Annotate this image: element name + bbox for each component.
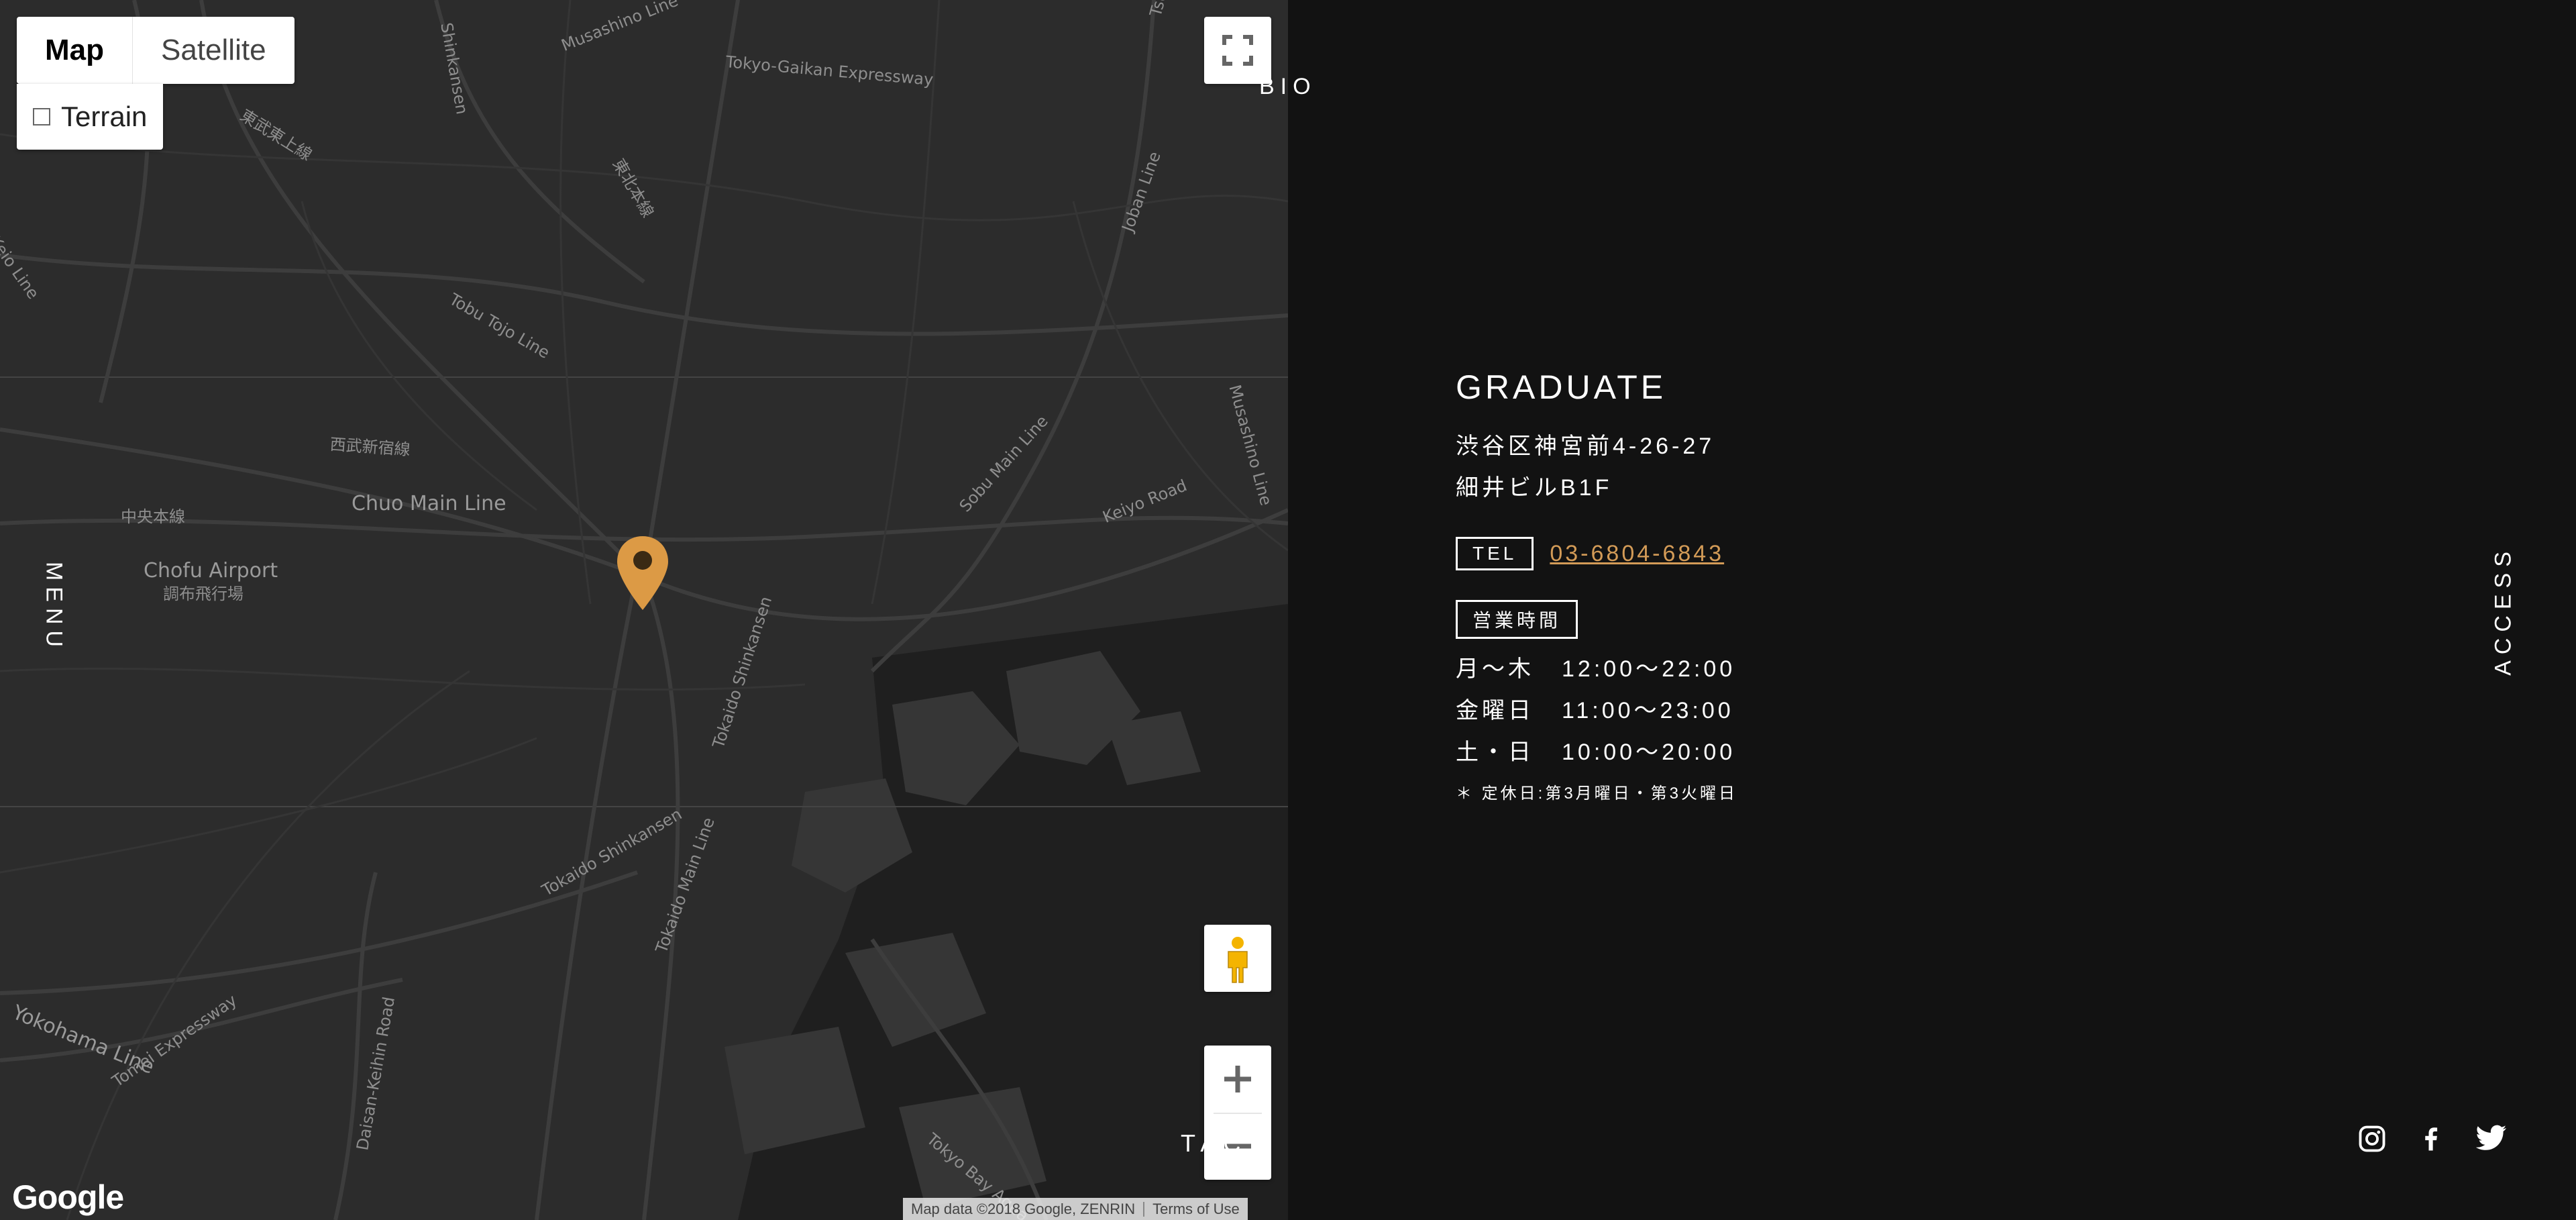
facebook-icon[interactable] xyxy=(2417,1125,2445,1153)
hours-time: 11:00～23:00 xyxy=(1562,698,1734,723)
pegman-icon xyxy=(1228,937,1248,983)
shop-name: GRADUATE xyxy=(1456,368,1667,406)
checkbox-icon xyxy=(33,108,50,125)
tel-row: TEL 03-6804-6843 xyxy=(1456,537,1737,570)
tel-number-link[interactable]: 03-6804-6843 xyxy=(1550,541,1724,567)
instagram-icon[interactable] xyxy=(2358,1125,2386,1153)
address-line: 渋谷区神宮前4-26-27 xyxy=(1456,434,1715,459)
hours-row: 金曜日 11:00～23:00 xyxy=(1456,690,1737,731)
tel-label: TEL xyxy=(1456,537,1534,570)
nav-bio-link[interactable]: BIO xyxy=(1259,74,1317,100)
zoom-in-icon[interactable] xyxy=(1204,1046,1271,1113)
hours-day: 金曜日 xyxy=(1456,698,1534,723)
map-attribution: Map data ©2018 Google, ZENRIN Terms of U… xyxy=(903,1198,1248,1220)
social-links xyxy=(2358,1125,2507,1153)
hours-row: 月～木 12:00～22:00 xyxy=(1456,648,1737,690)
hours-label: 営業時間 xyxy=(1456,600,1578,639)
shop-info: GRADUATE 渋谷区神宮前4-26-27 細井ビルB1F TEL 03-68… xyxy=(1456,368,1737,803)
twitter-icon[interactable] xyxy=(2476,1125,2507,1153)
hours-row: 土・日 10:00～20:00 xyxy=(1456,731,1737,773)
address-line: 細井ビルB1F xyxy=(1456,475,1613,501)
hours-day: 月～木 xyxy=(1456,656,1534,682)
hours-time: 12:00～22:00 xyxy=(1562,656,1736,682)
hours-day: 土・日 xyxy=(1456,740,1534,765)
zoom-control xyxy=(1204,1046,1271,1180)
nav-contact-link[interactable]: TACT xyxy=(1181,1129,1269,1158)
terms-of-use-link[interactable]: Terms of Use xyxy=(1144,1201,1248,1218)
map-label: 中央本線 xyxy=(121,507,185,526)
map-type-map-button[interactable]: Map xyxy=(17,17,132,84)
address: 渋谷区神宮前4-26-27 細井ビルB1F xyxy=(1456,425,1737,509)
map-type-control: Map Satellite xyxy=(17,17,294,84)
map-marker-icon[interactable] xyxy=(616,535,669,611)
map-type-satellite-button[interactable]: Satellite xyxy=(132,17,294,84)
terrain-label: Terrain xyxy=(61,101,148,132)
street-view-button[interactable] xyxy=(1204,925,1271,992)
nav-access-link[interactable]: ACCESS xyxy=(2491,546,2517,676)
menu-button[interactable]: MENU xyxy=(41,562,67,653)
map-data-text: Map data ©2018 Google, ZENRIN xyxy=(911,1200,1136,1217)
holiday-note: ＊ 定休日:第3月曜日・第3火曜日 xyxy=(1456,784,1738,803)
map-label: Chofu Airport xyxy=(144,559,278,582)
hours-list: 月～木 12:00～22:00 金曜日 11:00～23:00 土・日 10:0… xyxy=(1456,648,1737,773)
google-logo: Google xyxy=(12,1178,124,1216)
map-label: 調布飛行場 xyxy=(163,584,244,603)
hours-time: 10:00～20:00 xyxy=(1562,740,1736,765)
terrain-checkbox[interactable]: Terrain xyxy=(17,84,164,150)
map-label: Chuo Main Line xyxy=(352,492,506,515)
hours-label-row: 営業時間 xyxy=(1456,600,1737,639)
map[interactable]: Shinkansen Musashino Line Tokyo-Gaikan E… xyxy=(0,0,1288,1220)
